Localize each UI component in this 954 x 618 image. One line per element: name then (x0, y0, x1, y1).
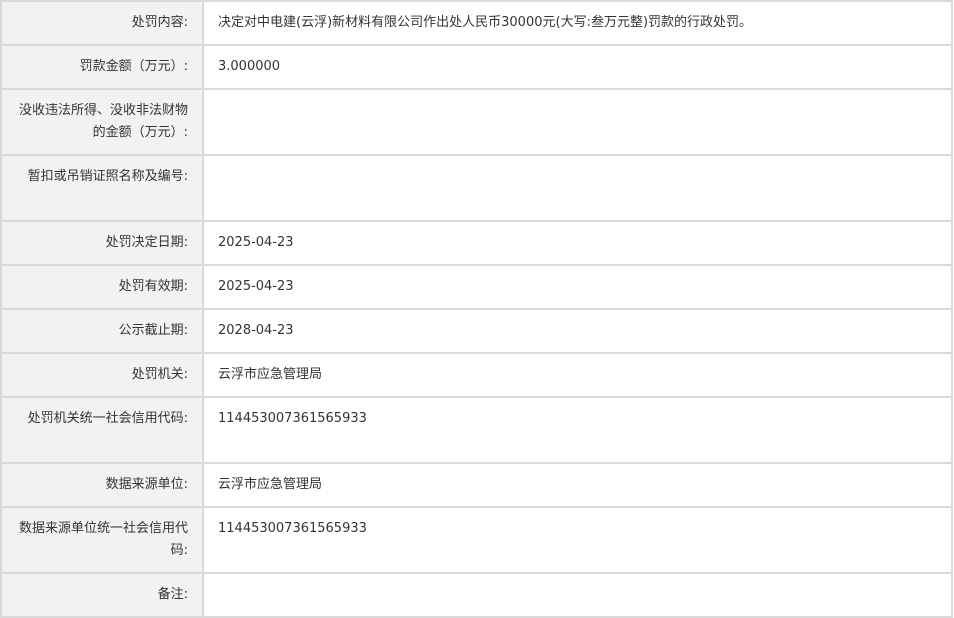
row-decision-date: 处罚决定日期: 2025-04-23 (0, 220, 953, 266)
field-label: 处罚有效期: (0, 264, 204, 310)
row-remarks: 备注: (0, 572, 953, 618)
row-data-source: 数据来源单位: 云浮市应急管理局 (0, 462, 953, 508)
field-label: 罚款金额（万元）: (0, 44, 204, 90)
field-value: 3.000000 (202, 44, 953, 90)
field-label: 数据来源单位: (0, 462, 204, 508)
field-value: 云浮市应急管理局 (202, 462, 953, 508)
field-label: 数据来源单位统一社会信用代码: (0, 506, 204, 574)
row-penalty-content: 处罚内容: 决定对中电建(云浮)新材料有限公司作出处人民币30000元(大写:叁… (0, 0, 953, 46)
row-fine-amount: 罚款金额（万元）: 3.000000 (0, 44, 953, 90)
field-value: 114453007361565933 (202, 396, 953, 464)
field-value (202, 572, 953, 618)
field-value: 云浮市应急管理局 (202, 352, 953, 398)
field-label: 备注: (0, 572, 204, 618)
field-value: 2025-04-23 (202, 264, 953, 310)
field-value (202, 88, 953, 156)
row-data-source-credit-code: 数据来源单位统一社会信用代码: 114453007361565933 (0, 506, 953, 574)
row-validity-date: 处罚有效期: 2025-04-23 (0, 264, 953, 310)
row-publicity-deadline: 公示截止期: 2028-04-23 (0, 308, 953, 354)
penalty-detail-table: 处罚内容: 决定对中电建(云浮)新材料有限公司作出处人民币30000元(大写:叁… (0, 0, 953, 618)
field-value: 114453007361565933 (202, 506, 953, 574)
row-authority-credit-code: 处罚机关统一社会信用代码: 114453007361565933 (0, 396, 953, 464)
field-value (202, 154, 953, 222)
field-label: 处罚内容: (0, 0, 204, 46)
field-value: 2028-04-23 (202, 308, 953, 354)
field-label: 暂扣或吊销证照名称及编号: (0, 154, 204, 222)
field-label: 处罚机关: (0, 352, 204, 398)
row-confiscation-amount: 没收违法所得、没收非法财物的金额（万元）: (0, 88, 953, 156)
field-value: 决定对中电建(云浮)新材料有限公司作出处人民币30000元(大写:叁万元整)罚款… (202, 0, 953, 46)
row-penalty-authority: 处罚机关: 云浮市应急管理局 (0, 352, 953, 398)
field-label: 处罚机关统一社会信用代码: (0, 396, 204, 464)
field-label: 公示截止期: (0, 308, 204, 354)
field-label: 没收违法所得、没收非法财物的金额（万元）: (0, 88, 204, 156)
field-label: 处罚决定日期: (0, 220, 204, 266)
field-value: 2025-04-23 (202, 220, 953, 266)
row-license-revocation: 暂扣或吊销证照名称及编号: (0, 154, 953, 222)
